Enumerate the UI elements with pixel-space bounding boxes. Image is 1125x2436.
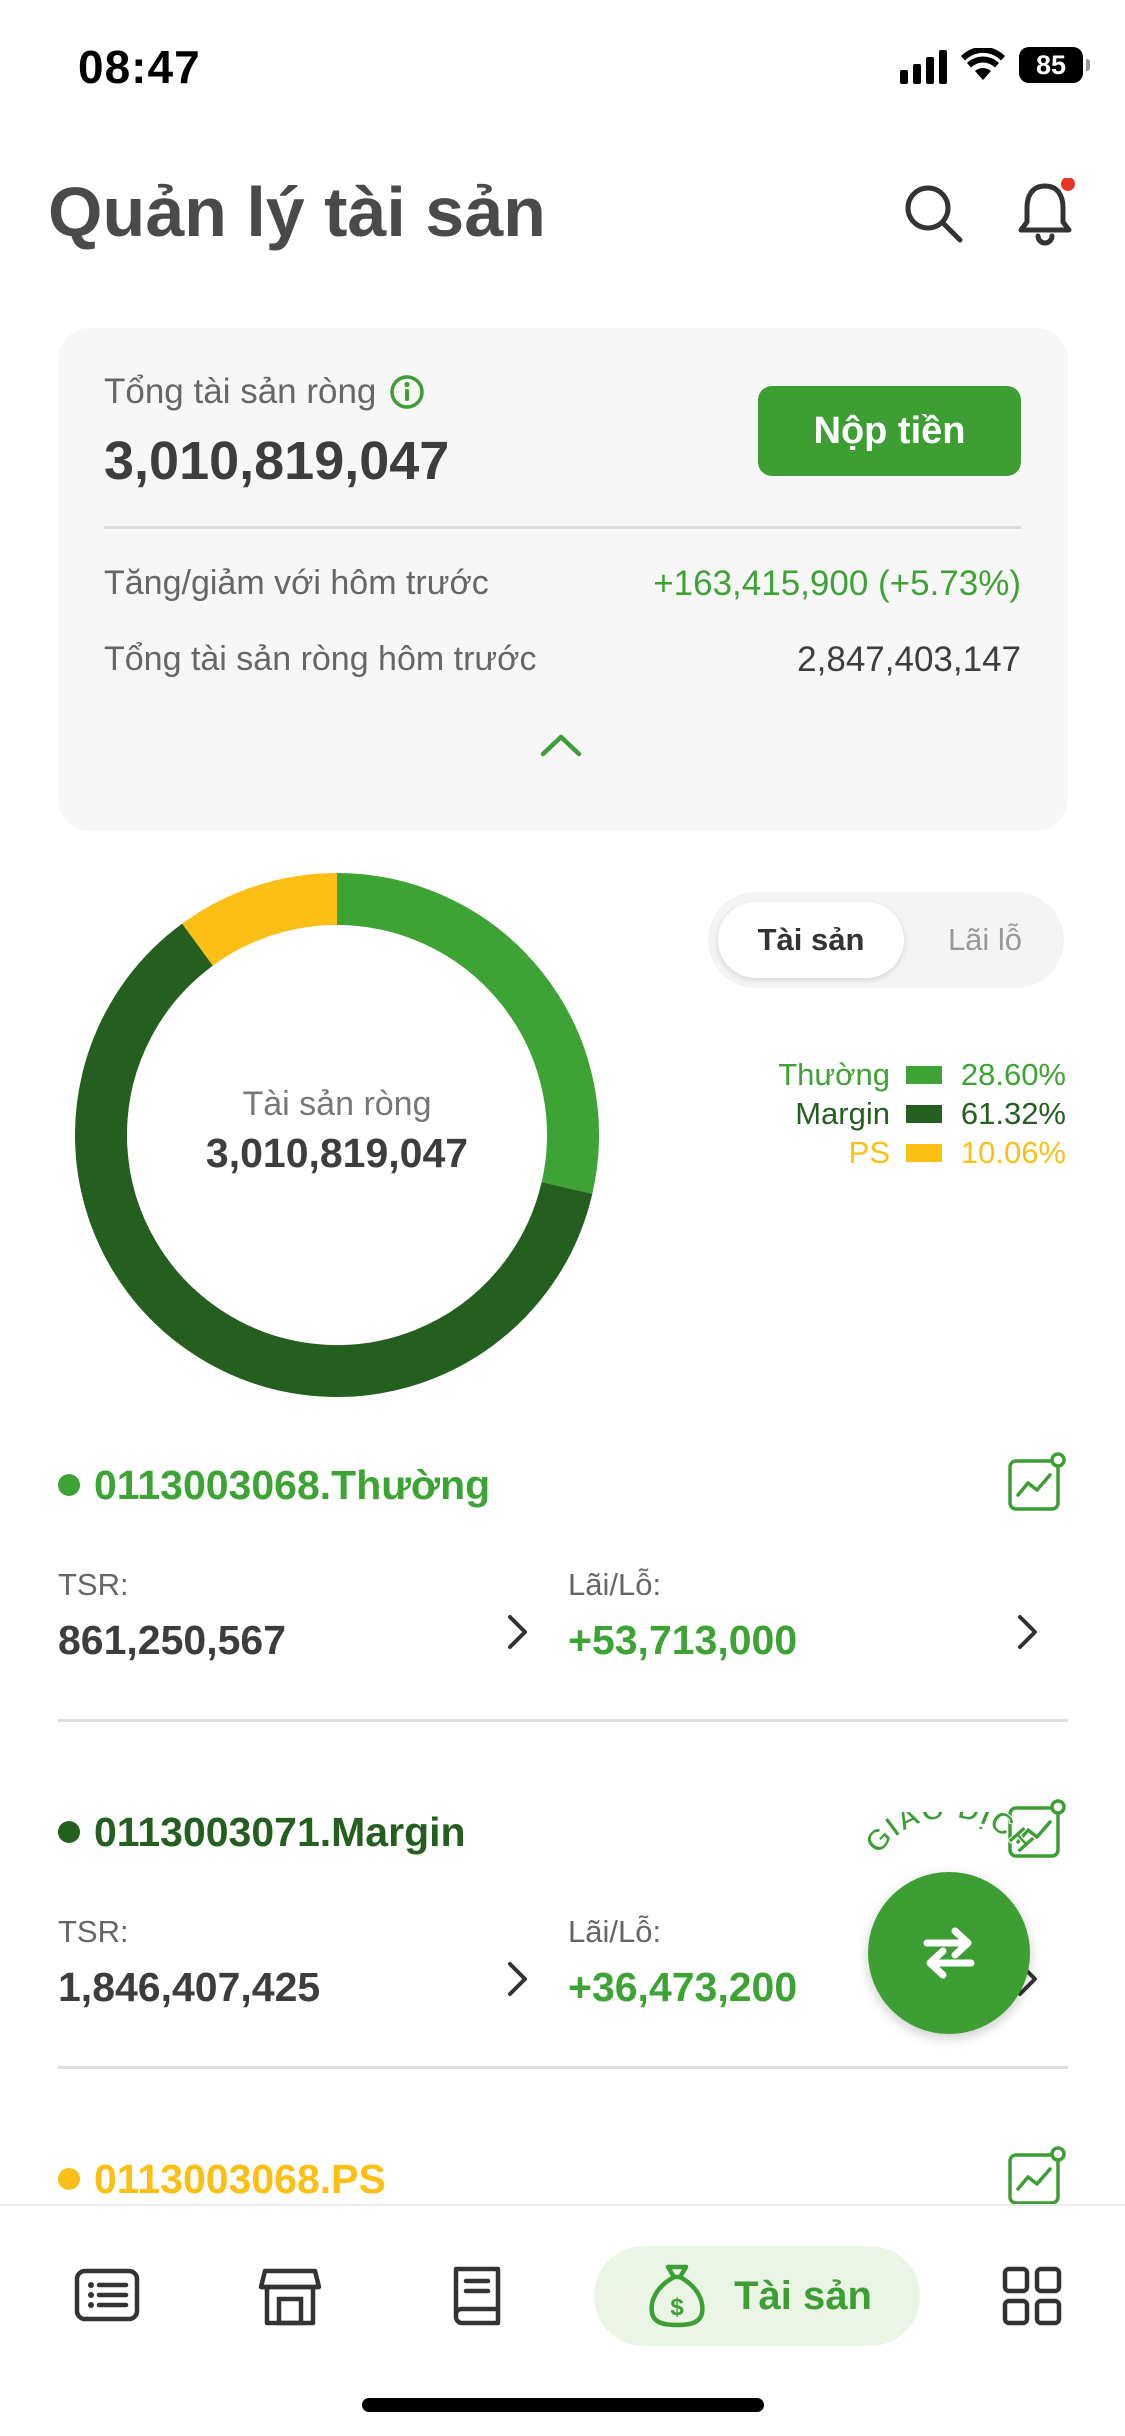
net-worth-label-row: Tổng tài sản ròng xyxy=(104,372,426,412)
donut-center-label: Tài sản ròng xyxy=(242,1085,432,1123)
nav-journal[interactable] xyxy=(427,2246,527,2346)
account-card-ps: 0113003068.PS xyxy=(58,2146,1068,2211)
divider xyxy=(58,1719,1068,1722)
legend-swatch xyxy=(906,1104,942,1123)
tsr-label: TSR: xyxy=(58,1914,129,1949)
signal-icon xyxy=(900,46,947,84)
account-color-dot xyxy=(58,1474,80,1496)
tab-assets[interactable]: Tài sản xyxy=(718,902,904,978)
view-toggle: Tài sản Lãi lỗ xyxy=(708,892,1064,988)
nav-assets-label: Tài sản xyxy=(734,2273,872,2318)
deposit-button[interactable]: Nộp tiền xyxy=(758,386,1021,476)
account-color-dot xyxy=(58,1821,80,1843)
donut-center-value: 3,010,819,047 xyxy=(205,1130,469,1176)
legend-item: Thường 28.60% xyxy=(778,1055,1066,1094)
trade-fab-caption-text: GIAO DỊCH xyxy=(858,1812,1040,1860)
status-bar: 08:47 85 xyxy=(0,0,1125,135)
legend-label: Margin xyxy=(795,1095,890,1131)
tsr-label: TSR: xyxy=(58,1567,129,1602)
change-value: +163,415,900 (+5.73%) xyxy=(653,564,1021,603)
grid-icon xyxy=(1002,2266,1062,2326)
battery-level: 85 xyxy=(1035,49,1067,80)
chart-line-icon[interactable] xyxy=(1006,2145,1068,2207)
pnl-value: +36,473,200 xyxy=(568,1964,798,2010)
list-icon xyxy=(74,2268,140,2322)
legend-swatch xyxy=(906,1065,942,1084)
account-color-dot xyxy=(58,2168,80,2190)
chevron-up-icon[interactable] xyxy=(536,726,586,762)
legend-item: Margin 61.32% xyxy=(778,1094,1066,1133)
svg-text:$: $ xyxy=(670,2294,684,2321)
pnl-value: +53,713,000 xyxy=(568,1617,798,1663)
trade-button[interactable] xyxy=(868,1872,1030,2034)
tab-profit-loss[interactable]: Lãi lỗ xyxy=(912,902,1058,978)
status-time: 08:47 xyxy=(78,41,201,93)
legend-item: PS 10.06% xyxy=(778,1133,1066,1172)
account-title-row[interactable]: 0113003068.PS xyxy=(58,2151,386,2207)
prev-net-worth-label: Tổng tài sản ròng hôm trước xyxy=(104,640,537,678)
account-title-row[interactable]: 0113003071.Margin xyxy=(58,1804,466,1860)
change-label: Tăng/giảm với hôm trước xyxy=(104,564,489,602)
account-title-row[interactable]: 0113003068.Thường xyxy=(58,1457,490,1513)
donut-slice-ps xyxy=(182,873,338,966)
legend-label: PS xyxy=(848,1134,890,1170)
account-name: 0113003068.PS xyxy=(94,2155,386,2202)
tsr-value: 861,250,567 xyxy=(58,1617,287,1663)
chart-line-icon[interactable] xyxy=(1006,1451,1068,1513)
nav-assets[interactable]: $ Tài sản xyxy=(594,2246,920,2346)
pnl-label: Lãi/Lỗ: xyxy=(568,1567,662,1602)
notification-dot xyxy=(1061,178,1075,191)
bell-icon[interactable] xyxy=(1010,178,1080,248)
search-icon[interactable] xyxy=(898,178,968,248)
chevron-right-icon[interactable] xyxy=(500,1956,534,2002)
account-name: 0113003068.Thường xyxy=(94,1461,491,1508)
info-icon[interactable] xyxy=(388,373,426,411)
tsr-value: 1,846,407,425 xyxy=(58,1964,321,2010)
legend-value: 61.32% xyxy=(960,1095,1066,1131)
divider xyxy=(104,526,1021,529)
net-worth-value: 3,010,819,047 xyxy=(104,431,450,491)
nav-orders[interactable] xyxy=(57,2246,157,2346)
chart-legend: Thường 28.60% Margin 61.32% PS 10.06% xyxy=(778,1055,1066,1172)
account-name: 0113003071.Margin xyxy=(94,1808,466,1855)
donut-center: Tài sản ròng 3,010,819,047 xyxy=(72,1085,602,1177)
pnl-label: Lãi/Lỗ: xyxy=(568,1914,662,1949)
chevron-right-icon[interactable] xyxy=(1010,1609,1044,1655)
store-icon xyxy=(258,2268,322,2326)
net-worth-label: Tổng tài sản ròng xyxy=(104,372,377,411)
legend-value: 28.60% xyxy=(960,1056,1066,1092)
prev-net-worth-value: 2,847,403,147 xyxy=(797,640,1021,679)
money-bag-icon: $ xyxy=(649,2264,705,2328)
svg-text:GIAO DỊCH: GIAO DỊCH xyxy=(859,1812,1041,1860)
swap-arrows-icon xyxy=(923,1927,975,1979)
account-card-thuong: 0113003068.Thường TSR: 861,250,567 Lãi/L… xyxy=(58,1452,1068,1805)
legend-value: 10.06% xyxy=(960,1134,1066,1170)
divider xyxy=(58,2066,1068,2069)
legend-label: Thường xyxy=(778,1056,890,1092)
status-icons: 85 xyxy=(900,46,1090,84)
nav-more[interactable] xyxy=(982,2246,1082,2346)
legend-swatch xyxy=(906,1143,942,1162)
net-worth-card: Tổng tài sản ròng 3,010,819,047 Nộp tiền… xyxy=(58,328,1068,831)
wifi-icon xyxy=(961,48,1005,80)
nav-market[interactable] xyxy=(240,2246,340,2346)
battery-icon: 85 xyxy=(1019,47,1090,83)
page-title: Quản lý tài sản xyxy=(48,173,546,251)
chevron-right-icon[interactable] xyxy=(500,1609,534,1655)
trade-fab-group: GIAO DỊCH xyxy=(850,1812,1050,2042)
book-icon xyxy=(453,2266,501,2326)
home-indicator xyxy=(362,2398,764,2412)
